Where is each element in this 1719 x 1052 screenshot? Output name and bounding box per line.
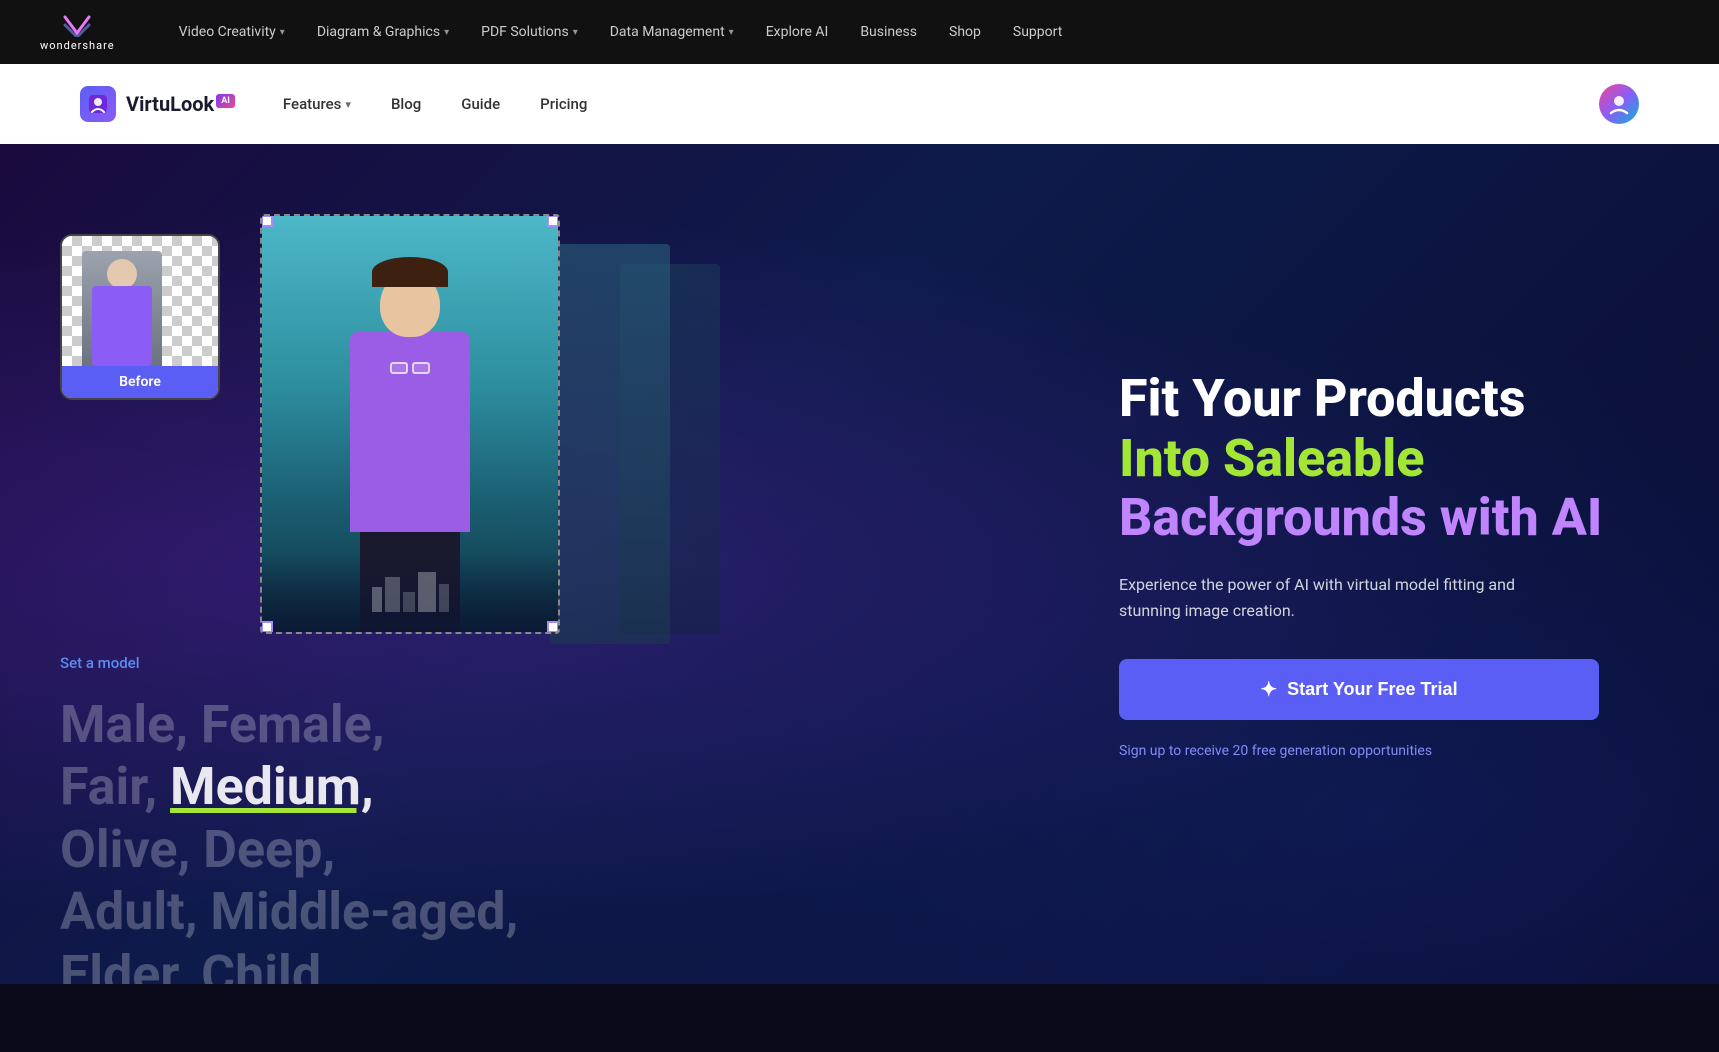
nav-data-management[interactable]: Data Management ▾ [594, 0, 750, 64]
resize-handle-tl[interactable] [261, 215, 273, 227]
nav-blog[interactable]: Blog [391, 95, 421, 113]
chevron-down-icon: ▾ [573, 27, 578, 38]
nav-business[interactable]: Business [844, 0, 933, 64]
set-model-link[interactable]: Set a model [60, 654, 140, 672]
hero-section: Before [0, 144, 1719, 984]
nav-features[interactable]: Features ▾ [283, 95, 351, 113]
hero-left-panel: Before [60, 214, 1019, 914]
main-photo-background [262, 216, 558, 632]
nav-diagram-graphics[interactable]: Diagram & Graphics ▾ [301, 0, 465, 64]
model-options-line2: Fair, Medium, [60, 756, 518, 818]
nav-support[interactable]: Support [997, 0, 1078, 64]
hero-right-panel: Fit Your Products Into Saleable Backgrou… [1059, 369, 1659, 760]
hero-content: Before [0, 154, 1719, 974]
ai-badge: AI [216, 94, 235, 108]
chevron-down-icon: ▾ [444, 27, 449, 38]
cta-button[interactable]: ✦ Start Your Free Trial [1119, 659, 1599, 720]
second-navigation: VirtuLookAI Features ▾ Blog Guide Pricin… [0, 64, 1719, 144]
resize-handle-tr[interactable] [547, 215, 559, 227]
model-options-line1: Male, Female, [60, 694, 518, 756]
main-photo-card[interactable] [260, 214, 560, 634]
cta-button-label: Start Your Free Trial [1287, 679, 1457, 700]
before-label: Before [62, 366, 218, 398]
before-image [62, 236, 220, 366]
hero-subtext: Experience the power of AI with virtual … [1119, 572, 1579, 623]
nav-guide[interactable]: Guide [461, 95, 500, 113]
resize-handle-bl[interactable] [261, 621, 273, 633]
headline-line1: Fit Your Products [1119, 368, 1525, 429]
model-options: Male, Female, Fair, Medium, Olive, Deep,… [60, 694, 518, 984]
before-person-figure [82, 251, 162, 366]
model-head [380, 272, 440, 337]
virtulook-brand[interactable]: VirtuLookAI [80, 86, 235, 122]
model-options-line5: Elder, Child [60, 944, 518, 984]
cta-sub-link[interactable]: Sign up to receive 20 free generation op… [1119, 743, 1432, 759]
model-body [350, 332, 470, 532]
nav-pdf-solutions[interactable]: PDF Solutions ▾ [465, 0, 594, 64]
star-icon: ✦ [1260, 677, 1277, 702]
wondershare-logo[interactable]: wondershare [40, 13, 115, 52]
headline-line2: Into Saleable [1119, 428, 1425, 489]
logo-text: wondershare [40, 39, 115, 52]
brand-name: VirtuLookAI [126, 92, 235, 116]
user-avatar[interactable] [1599, 84, 1639, 124]
top-navigation: wondershare Video Creativity ▾ Diagram &… [0, 0, 1719, 64]
model-options-highlight: Medium, [170, 756, 374, 817]
hero-headline: Fit Your Products Into Saleable Backgrou… [1119, 369, 1659, 548]
nav-pricing[interactable]: Pricing [540, 95, 587, 113]
model-options-line4: Adult, Middle-aged, [60, 881, 518, 943]
before-card: Before [60, 234, 220, 400]
headline-line3: Backgrounds with AI [1119, 487, 1602, 548]
nav-shop[interactable]: Shop [933, 0, 997, 64]
second-nav-links: Features ▾ Blog Guide Pricing [283, 95, 1551, 113]
virtulook-logo-icon [80, 86, 116, 122]
bg-card-1 [550, 244, 670, 644]
chevron-down-icon: ▾ [345, 98, 351, 111]
resize-handle-br[interactable] [547, 621, 559, 633]
nav-explore-ai[interactable]: Explore AI [750, 0, 845, 64]
nav-video-creativity[interactable]: Video Creativity ▾ [163, 0, 301, 64]
model-options-line3: Olive, Deep, [60, 819, 518, 881]
chevron-down-icon: ▾ [280, 27, 285, 38]
chevron-down-icon: ▾ [729, 27, 734, 38]
top-nav-links: Video Creativity ▾ Diagram & Graphics ▾ … [163, 0, 1679, 64]
